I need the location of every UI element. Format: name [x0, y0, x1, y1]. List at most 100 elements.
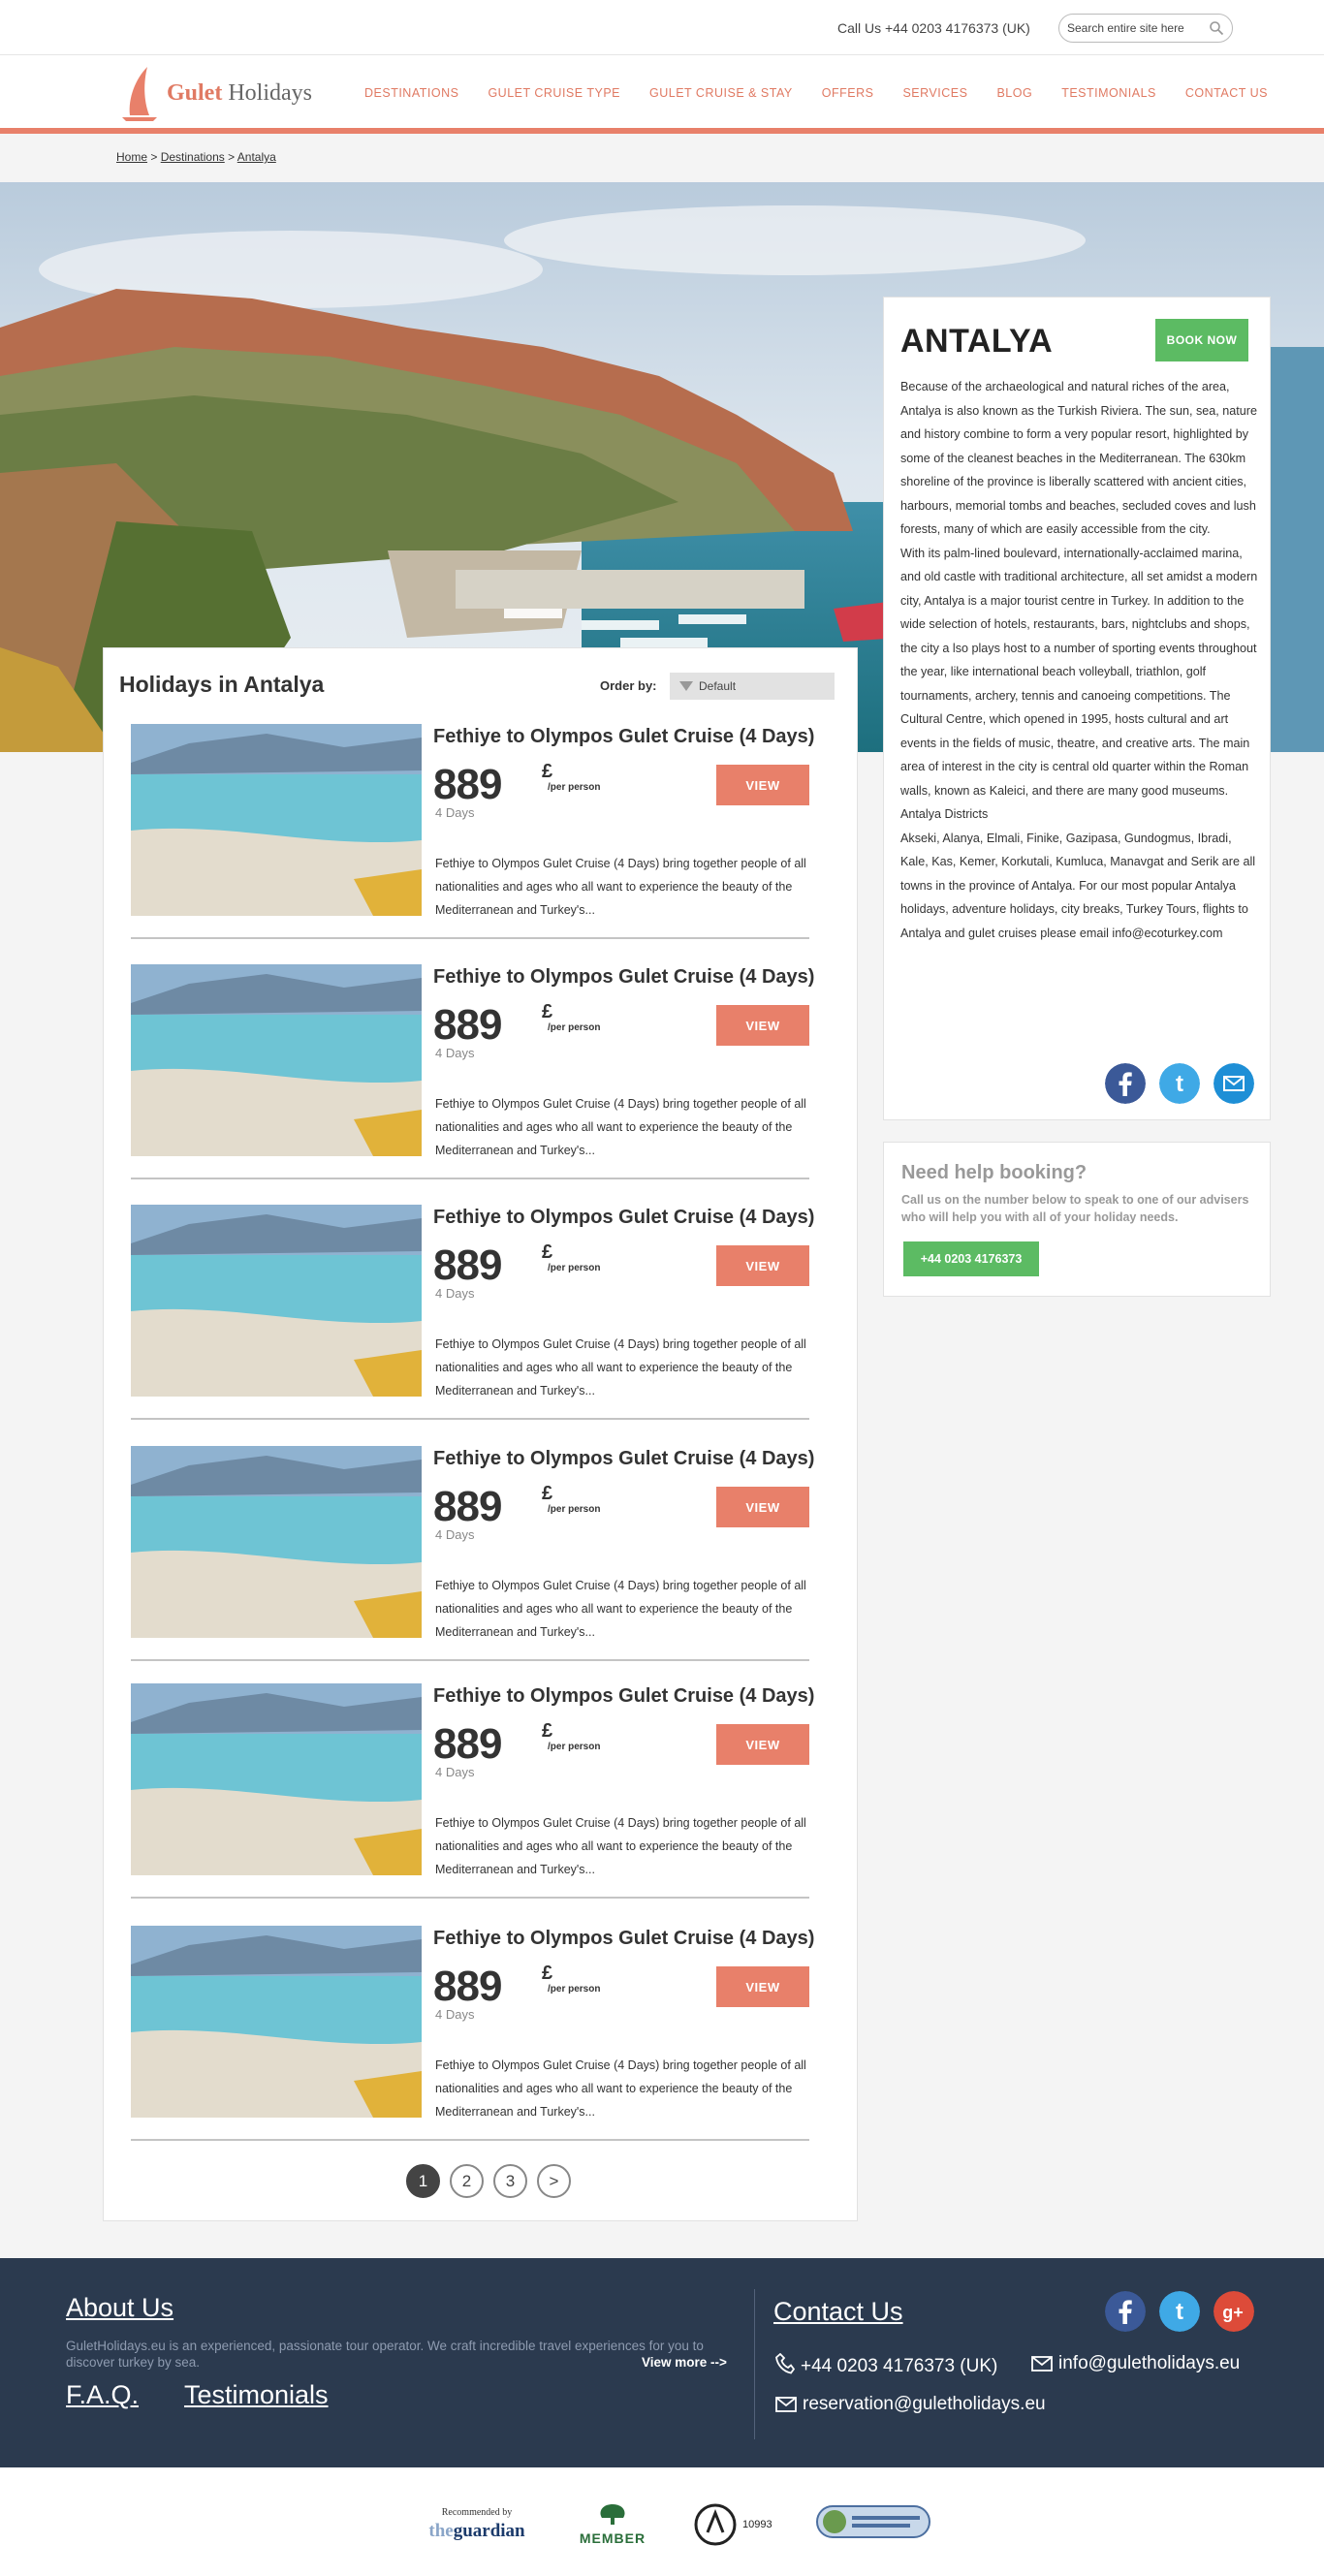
nav-gulet-cruise-stay[interactable]: GULET CRUISE & STAY [649, 86, 793, 100]
abta-logo[interactable]: 10993 [694, 2503, 772, 2546]
page-3-button[interactable]: 3 [493, 2164, 527, 2198]
breadcrumb-current[interactable]: Antalya [237, 150, 276, 164]
holiday-duration: 4 Days [435, 1765, 475, 1779]
beach-thumbnail-image[interactable] [131, 964, 422, 1156]
holiday-title[interactable]: Fethiye to Olympos Gulet Cruise (4 Days) [433, 726, 814, 748]
help-phone-button[interactable]: +44 0203 4176373 [903, 1241, 1039, 1276]
search-input[interactable] [1067, 19, 1203, 37]
holiday-title[interactable]: Fethiye to Olympos Gulet Cruise (4 Days) [433, 966, 814, 989]
price-unit: /per person [548, 782, 601, 793]
order-by-select[interactable]: Default [670, 673, 835, 700]
google-plus-icon[interactable]: g+ [1214, 2291, 1254, 2332]
view-button[interactable]: VIEW [716, 1005, 809, 1046]
districts-heading: Antalya Districts [900, 807, 989, 821]
price-currency: £ [542, 1963, 553, 1984]
view-button[interactable]: VIEW [716, 1245, 809, 1286]
holiday-title[interactable]: Fethiye to Olympos Gulet Cruise (4 Days) [433, 1928, 814, 1950]
destination-info-panel: ANTALYA BOOK NOW Because of the archaeol… [883, 297, 1271, 1120]
holiday-price: 889 [433, 1001, 502, 1049]
view-button[interactable]: VIEW [716, 1724, 809, 1765]
help-booking-panel: Need help booking? Call us on the number… [883, 1142, 1271, 1297]
footer-faq-link[interactable]: F.A.Q. [66, 2380, 139, 2410]
envelope-icon [775, 2397, 797, 2412]
nav-gulet-cruise-type[interactable]: GULET CRUISE TYPE [488, 86, 620, 100]
districts-paragraph: Akseki, Alanya, Elmali, Finike, Gazipasa… [900, 831, 1256, 940]
search-icon[interactable] [1209, 20, 1224, 36]
guardian-the: the [428, 2521, 454, 2541]
price-currency: £ [542, 1720, 553, 1742]
nav-offers[interactable]: OFFERS [822, 86, 874, 100]
view-button[interactable]: VIEW [716, 1487, 809, 1527]
footer-email-reservation[interactable]: reservation@guletholidays.eu [775, 2394, 1046, 2415]
twitter-icon[interactable]: t [1159, 1063, 1200, 1104]
abta-badge-icon [694, 2503, 737, 2545]
footer-phone[interactable]: +44 0203 4176373 (UK) [775, 2352, 997, 2377]
email-share-icon[interactable] [1214, 1063, 1254, 1104]
next-page-button[interactable]: > [537, 2164, 571, 2198]
price-unit: /per person [548, 1022, 601, 1033]
ecotourism-logo[interactable]: MEMBER [574, 2502, 651, 2546]
price-currency: £ [542, 1001, 553, 1022]
sustainable-travel-logo[interactable] [815, 2502, 931, 2546]
guardian-logo[interactable]: Recommended by theguardian [423, 2508, 531, 2541]
breadcrumb-separator: > [147, 150, 161, 164]
footer-contact-link[interactable]: Contact Us [773, 2297, 903, 2327]
help-title: Need help booking? [901, 1162, 1088, 1183]
beach-thumbnail-image[interactable] [131, 1446, 422, 1638]
view-button[interactable]: VIEW [716, 1966, 809, 2007]
holiday-description: Fethiye to Olympos Gulet Cruise (4 Days)… [435, 1097, 806, 1157]
facebook-icon[interactable] [1105, 2291, 1146, 2332]
page-1-button[interactable]: 1 [406, 2164, 440, 2198]
beach-thumbnail-image[interactable] [131, 724, 422, 916]
page-2-button[interactable]: 2 [450, 2164, 484, 2198]
breadcrumb: Home > Destinations > Antalya [0, 134, 1324, 182]
holiday-title[interactable]: Fethiye to Olympos Gulet Cruise (4 Days) [433, 1207, 814, 1229]
beach-thumbnail-image[interactable] [131, 1926, 422, 2118]
footer-divider [754, 2289, 755, 2439]
price-currency: £ [542, 1241, 553, 1263]
svg-text:g+: g+ [1222, 2303, 1244, 2322]
envelope-icon [1031, 2356, 1053, 2372]
holiday-title[interactable]: Fethiye to Olympos Gulet Cruise (4 Days) [433, 1448, 814, 1470]
order-by-value: Default [699, 679, 737, 693]
holiday-description: Fethiye to Olympos Gulet Cruise (4 Days)… [435, 1337, 806, 1398]
nav-services[interactable]: SERVICES [902, 86, 967, 100]
holiday-price: 889 [433, 1720, 502, 1768]
description-paragraph: Because of the archaeological and natura… [900, 380, 1257, 536]
footer-view-more-link[interactable]: View more --> [642, 2355, 727, 2370]
top-bar: Call Us +44 0203 4176373 (UK) [0, 0, 1324, 54]
sustainable-travel-badge-icon [815, 2505, 930, 2538]
phone-icon [775, 2352, 796, 2374]
footer-testimonials-link[interactable]: Testimonials [184, 2380, 329, 2410]
footer-email-text: info@guletholidays.eu [1058, 2353, 1241, 2373]
ecotourism-tree-icon [600, 2504, 625, 2525]
partner-logos-bar: Recommended by theguardian MEMBER 10993 [0, 2467, 1324, 2576]
holiday-duration: 4 Days [435, 1527, 475, 1542]
breadcrumb-destinations[interactable]: Destinations [161, 150, 225, 164]
nav-testimonials[interactable]: TESTIMONIALS [1061, 86, 1156, 100]
book-now-button[interactable]: BOOK NOW [1155, 319, 1248, 361]
footer-social-icons: t g+ [1105, 2291, 1254, 2332]
nav-blog[interactable]: BLOG [996, 86, 1032, 100]
price-currency: £ [542, 761, 553, 782]
nav-destinations[interactable]: DESTINATIONS [364, 86, 458, 100]
facebook-icon[interactable] [1105, 1063, 1146, 1104]
sail-logo-icon [122, 67, 157, 121]
holiday-price: 889 [433, 1241, 502, 1289]
svg-text:t: t [1176, 2299, 1183, 2325]
holiday-title[interactable]: Fethiye to Olympos Gulet Cruise (4 Days) [433, 1685, 814, 1708]
footer-about-link[interactable]: About Us [66, 2293, 173, 2323]
beach-thumbnail-image[interactable] [131, 1683, 422, 1875]
beach-thumbnail-image[interactable] [131, 1205, 422, 1397]
holiday-card: Fethiye to Olympos Gulet Cruise (4 Days)… [131, 724, 814, 939]
site-logo[interactable]: Gulet Holidays [118, 63, 312, 121]
footer-email-info[interactable]: info@guletholidays.eu [1031, 2353, 1240, 2374]
guardian-name: guardian [453, 2521, 525, 2541]
twitter-icon[interactable]: t [1159, 2291, 1200, 2332]
breadcrumb-home[interactable]: Home [116, 150, 147, 164]
holiday-duration: 4 Days [435, 805, 475, 820]
header-phone[interactable]: Call Us +44 0203 4176373 (UK) [837, 20, 1030, 36]
nav-contact-us[interactable]: CONTACT US [1185, 86, 1268, 100]
view-button[interactable]: VIEW [716, 765, 809, 805]
search-box[interactable] [1058, 14, 1233, 43]
